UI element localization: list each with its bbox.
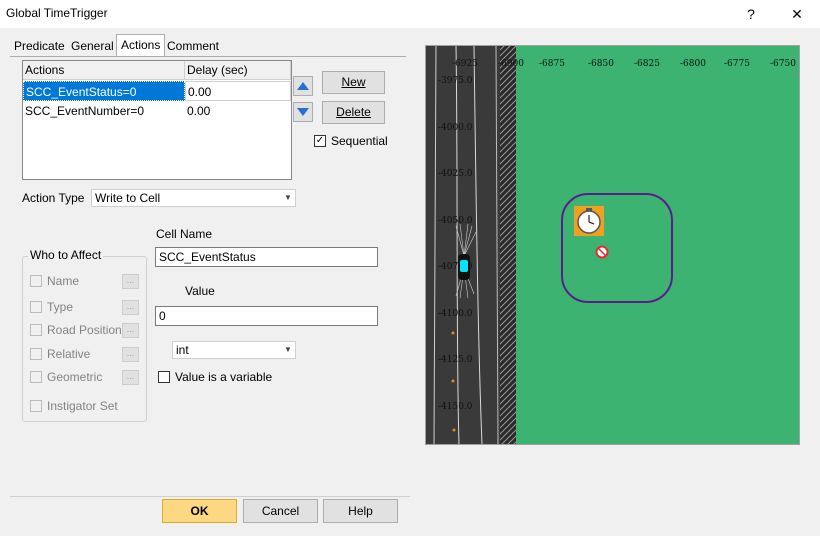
type-label: Type xyxy=(47,300,74,314)
move-down-button[interactable] xyxy=(293,102,313,122)
window-title: Global TimeTrigger xyxy=(6,6,108,20)
delete-button-label: Delete xyxy=(336,105,371,119)
action-type-label: Action Type xyxy=(22,191,85,205)
clock-icon xyxy=(574,206,604,236)
x-tick-label: -6775 xyxy=(724,59,750,69)
y-tick-label: -4050.0 xyxy=(438,216,473,226)
chevron-down-icon: ▼ xyxy=(284,193,292,202)
type-checkbox[interactable] xyxy=(30,301,42,313)
value-input[interactable]: 0 xyxy=(155,306,378,326)
move-up-button[interactable] xyxy=(293,76,313,96)
value-type-select[interactable]: int ▼ xyxy=(172,341,296,359)
table-row-action[interactable]: SCC_EventStatus=0 xyxy=(23,81,185,101)
y-tick-label: -4150.0 xyxy=(438,402,473,412)
close-button[interactable]: ✕ xyxy=(774,0,820,28)
relative-browse-button[interactable]: ... xyxy=(122,347,139,362)
value-is-variable-checkbox[interactable] xyxy=(158,371,170,383)
arrow-down-icon xyxy=(297,108,309,116)
help-title-button[interactable]: ? xyxy=(728,0,774,28)
footer-divider xyxy=(10,496,410,497)
geometric-label: Geometric xyxy=(47,370,103,384)
value-type-value: int xyxy=(176,343,189,357)
table-row-delay[interactable]: 0.00 xyxy=(185,101,291,121)
column-header-actions[interactable]: Actions xyxy=(23,61,185,80)
tab-comment[interactable]: Comment xyxy=(163,36,223,56)
instigator-set-label: Instigator Set xyxy=(47,399,118,413)
sequential-checkbox[interactable]: ✓ xyxy=(314,135,326,147)
tab-actions[interactable]: Actions xyxy=(116,34,166,57)
cell-name-label: Cell Name xyxy=(156,227,213,241)
map-canvas: -6925 -6900 -6875 -6850 -6825 -6800 -677… xyxy=(426,46,799,444)
tab-divider xyxy=(10,56,406,57)
new-button-label: New xyxy=(341,75,366,89)
relative-label: Relative xyxy=(47,347,91,361)
help-button[interactable]: Help xyxy=(323,499,398,523)
x-tick-label: -6875 xyxy=(539,59,565,69)
relative-checkbox[interactable] xyxy=(30,348,42,360)
tab-general[interactable]: General xyxy=(67,36,118,56)
road-surface xyxy=(426,46,500,444)
y-tick-label: -4025.0 xyxy=(438,169,473,179)
tab-predicate[interactable]: Predicate xyxy=(10,36,69,56)
road-position-label: Road Position xyxy=(47,323,122,337)
road-shoulder xyxy=(500,46,516,444)
ok-button[interactable]: OK xyxy=(162,499,237,523)
instigator-set-checkbox[interactable] xyxy=(30,400,42,412)
y-tick-label: -3975.0 xyxy=(438,76,473,86)
column-header-delay[interactable]: Delay (sec) xyxy=(185,61,291,80)
y-tick-label: -4100.0 xyxy=(438,309,473,319)
x-tick-label: -6850 xyxy=(588,59,614,69)
name-label: Name xyxy=(47,274,80,288)
x-tick-label: -6825 xyxy=(634,59,660,69)
y-tick-label: -4000.0 xyxy=(438,123,473,133)
action-type-value: Write to Cell xyxy=(95,191,161,205)
x-tick-label: -6800 xyxy=(680,59,706,69)
who-to-affect-title: Who to Affect xyxy=(28,248,104,262)
geometric-browse-button[interactable]: ... xyxy=(122,370,139,385)
action-type-select[interactable]: Write to Cell ▼ xyxy=(91,189,296,207)
x-tick-label: -6900 xyxy=(498,59,524,69)
geometric-checkbox[interactable] xyxy=(30,371,42,383)
cell-name-input[interactable]: SCC_EventStatus xyxy=(155,247,378,267)
target-marker-icon xyxy=(595,245,609,259)
road-position-browse-button[interactable]: ... xyxy=(122,323,139,338)
x-tick-label: -6925 xyxy=(452,59,478,69)
value-label: Value xyxy=(185,284,215,298)
title-bar xyxy=(0,0,820,28)
table-row-action[interactable]: SCC_EventNumber=0 xyxy=(23,101,185,121)
map-view[interactable]: -6925 -6900 -6875 -6850 -6825 -6800 -677… xyxy=(425,45,800,445)
sequential-label: Sequential xyxy=(331,134,388,148)
type-browse-button[interactable]: ... xyxy=(122,300,139,315)
new-button[interactable]: New xyxy=(322,71,385,94)
value-is-variable-label: Value is a variable xyxy=(175,370,273,384)
arrow-up-icon xyxy=(297,82,309,90)
road-position-checkbox[interactable] xyxy=(30,324,42,336)
name-browse-button[interactable]: ... xyxy=(122,274,139,289)
cancel-button[interactable]: Cancel xyxy=(243,499,318,523)
x-tick-label: -6750 xyxy=(770,59,796,69)
table-row-delay[interactable]: 0.00 xyxy=(185,81,291,101)
chevron-down-icon: ▼ xyxy=(284,345,292,354)
actions-table[interactable]: Actions Delay (sec) SCC_EventStatus=0 0.… xyxy=(22,60,292,180)
delete-button[interactable]: Delete xyxy=(322,101,385,124)
name-checkbox[interactable] xyxy=(30,275,42,287)
y-tick-label: -4125.0 xyxy=(438,355,473,365)
